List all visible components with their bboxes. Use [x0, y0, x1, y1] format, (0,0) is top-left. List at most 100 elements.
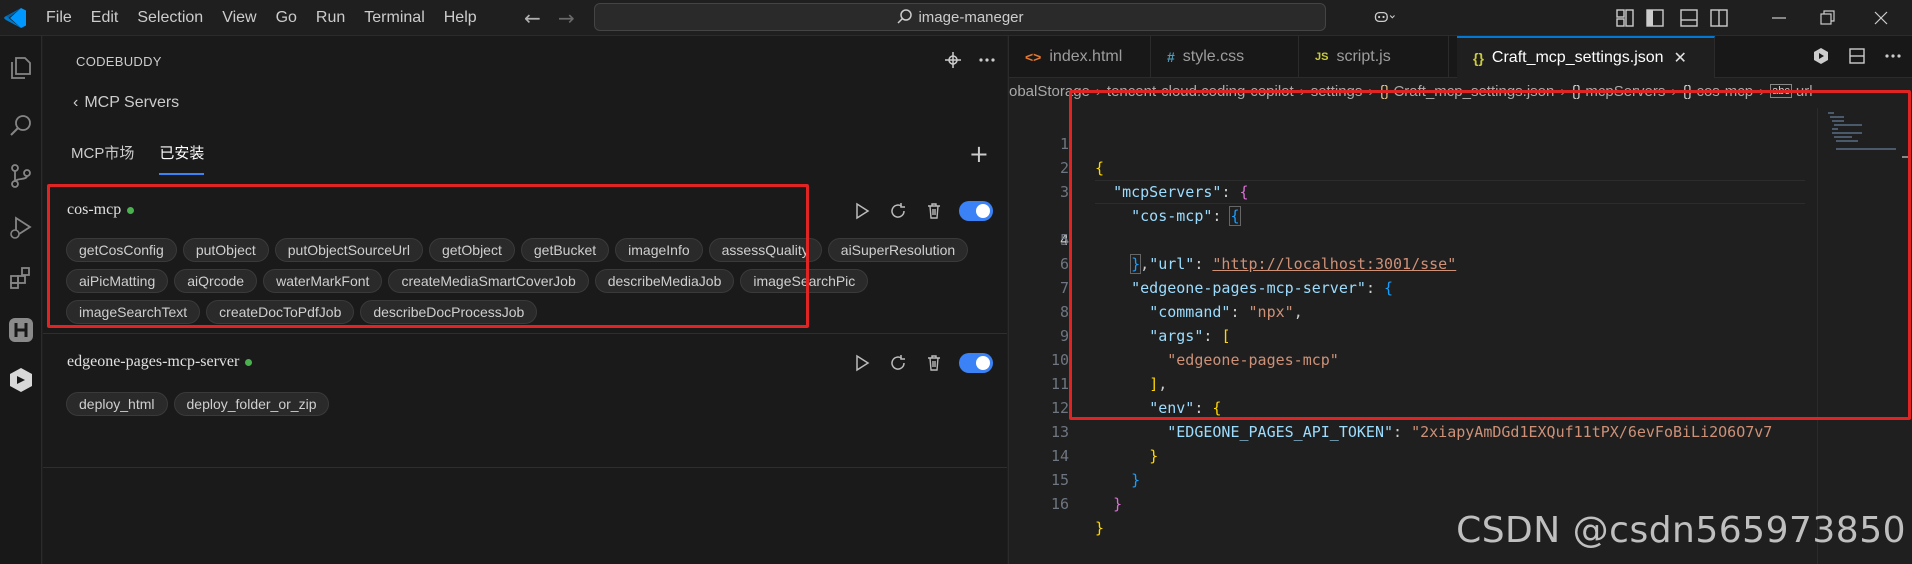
string-icon: abc — [1770, 84, 1792, 98]
minimap[interactable] — [1817, 108, 1912, 564]
server-card-edgeone: edgeone-pages-mcp-server deploy_html dep… — [43, 334, 1007, 468]
menu-edit[interactable]: Edit — [91, 9, 119, 27]
restore-icon[interactable] — [1816, 7, 1838, 29]
refresh-server-button[interactable] — [887, 200, 909, 222]
object-icon: {} — [1682, 82, 1693, 100]
menu-view[interactable]: View — [222, 9, 256, 27]
tool-chip[interactable]: putObjectSourceUrl — [274, 238, 423, 262]
tool-chip[interactable]: waterMarkFont — [263, 269, 383, 293]
server-card-cos-mcp: cos-mcp getCosConfig putObject putObject… — [43, 156, 1007, 334]
title-bar: File Edit Selection View Go Run Terminal… — [0, 0, 1912, 36]
copilot-icon[interactable] — [1374, 6, 1396, 28]
tool-chip[interactable]: describeMediaJob — [594, 269, 735, 293]
source-control-icon[interactable] — [7, 162, 35, 190]
code-line: 7 "command": "npx", — [1059, 279, 1303, 321]
menu-terminal[interactable]: Terminal — [364, 9, 424, 27]
code-line: 15 } — [1050, 471, 1123, 513]
h-extension-icon[interactable] — [7, 316, 35, 344]
delete-server-button[interactable] — [923, 200, 945, 222]
extensions-icon[interactable] — [7, 264, 35, 292]
toggle-panel-icon[interactable] — [1678, 7, 1700, 29]
refresh-server-button[interactable] — [887, 352, 909, 374]
tool-chip[interactable]: describeDocProcessJob — [360, 300, 538, 324]
tool-chip[interactable]: getBucket — [520, 238, 610, 262]
close-tab-icon[interactable]: ✕ — [1674, 48, 1687, 68]
tool-chip[interactable]: aiPicMatting — [66, 269, 169, 293]
breadcrumb-item[interactable]: cos-mcp — [1696, 83, 1753, 100]
run-debug-icon[interactable] — [7, 214, 35, 242]
tab-index-html[interactable]: <> index.html — [1009, 36, 1151, 78]
breadcrumb-item[interactable]: settings — [1311, 83, 1363, 100]
tab-craft-mcp-settings[interactable]: {} Craft_mcp_settings.json ✕ — [1457, 36, 1715, 78]
play-icon — [856, 354, 870, 372]
tool-chip[interactable]: assessQuality — [708, 238, 822, 262]
menu-file[interactable]: File — [46, 9, 72, 27]
status-dot — [127, 207, 135, 214]
play-icon — [856, 202, 870, 220]
back-to-mcp-servers[interactable]: ‹ MCP Servers — [73, 94, 179, 112]
tab-style-css[interactable]: # style.css — [1151, 36, 1299, 78]
command-center-search[interactable]: image-maneger — [594, 3, 1326, 31]
tool-chip[interactable]: aiQrcode — [174, 269, 258, 293]
tool-chip[interactable]: deploy_folder_or_zip — [173, 392, 330, 416]
delete-server-button[interactable] — [923, 352, 945, 374]
close-window-icon[interactable] — [1870, 7, 1892, 29]
tool-chip[interactable]: createMediaSmartCoverJob — [388, 269, 589, 293]
run-server-button[interactable] — [851, 200, 873, 222]
code-editor[interactable]: 1 { 2 "mcpServers": { 3 "cos-mcp": { 4 "… — [1009, 108, 1912, 564]
customize-layout-icon[interactable] — [1614, 7, 1636, 29]
code-line: 10 ], — [1050, 351, 1168, 393]
code-line: 16 } — [1050, 495, 1105, 537]
breadcrumb-item[interactable]: url — [1796, 83, 1813, 100]
server-name: edgeone-pages-mcp-server — [67, 353, 240, 370]
breadcrumb-item[interactable]: tencent-cloud.coding-copilot — [1107, 83, 1294, 100]
menu-selection[interactable]: Selection — [137, 9, 203, 27]
menu-help[interactable]: Help — [444, 9, 477, 27]
split-editor-icon[interactable] — [1847, 46, 1867, 66]
vscode-logo-icon — [4, 8, 26, 28]
tool-chip[interactable]: deploy_html — [66, 392, 168, 416]
tool-chip[interactable]: createDocToPdfJob — [206, 300, 355, 324]
menu-go[interactable]: Go — [276, 9, 297, 27]
tool-chip[interactable]: getCosConfig — [66, 238, 177, 262]
object-icon: {} — [1571, 82, 1582, 100]
breadcrumb-item[interactable]: Craft_mcp_settings.json — [1393, 83, 1554, 100]
mcp-servers-title: MCP Servers — [84, 94, 180, 111]
more-actions-icon[interactable] — [1883, 46, 1903, 66]
tool-chip[interactable]: imageInfo — [615, 238, 703, 262]
more-actions-icon[interactable] — [977, 50, 997, 70]
tool-chip[interactable]: putObject — [182, 238, 269, 262]
server-enable-toggle[interactable] — [959, 201, 993, 221]
back-arrow-icon[interactable]: ← — [524, 6, 541, 30]
forward-arrow-icon[interactable]: → — [558, 6, 575, 30]
tool-chip[interactable]: imageSearchPic — [740, 269, 869, 293]
server-name: cos-mcp — [67, 201, 122, 218]
server-actions — [851, 200, 993, 222]
tool-chip[interactable]: aiSuperResolution — [827, 238, 969, 262]
tool-chip[interactable]: getObject — [428, 238, 515, 262]
server-enable-toggle[interactable] — [959, 353, 993, 373]
code-line: 2 "mcpServers": { — [1059, 159, 1249, 201]
tool-chip[interactable]: imageSearchText — [66, 300, 201, 324]
server-actions — [851, 352, 993, 374]
code-line: 9 "edgeone-pages-mcp" — [1059, 327, 1339, 369]
move-icon[interactable] — [943, 50, 963, 70]
codebuddy-action-icon[interactable] — [1811, 46, 1831, 66]
refresh-icon — [891, 203, 905, 218]
toggle-secondary-sidebar-icon[interactable] — [1708, 7, 1730, 29]
codebuddy-panel: CODEBUDDY ‹ MCP Servers MCP市场 已安装 + cos-… — [43, 36, 1007, 564]
minimize-icon[interactable] — [1768, 7, 1790, 29]
csdn-watermark: CSDN @csdn565973850 — [1456, 510, 1906, 551]
tab-script-js[interactable]: JS script.js — [1299, 36, 1449, 78]
run-server-button[interactable] — [851, 352, 873, 374]
js-file-icon: JS — [1315, 51, 1329, 63]
search-icon[interactable] — [7, 112, 35, 140]
codebuddy-icon[interactable] — [7, 366, 35, 394]
toggle-primary-sidebar-icon[interactable] — [1644, 7, 1666, 29]
menu-bar: File Edit Selection View Go Run Terminal… — [46, 0, 496, 36]
menu-run[interactable]: Run — [316, 9, 345, 27]
breadcrumb-item[interactable]: obalStorage — [1009, 83, 1090, 100]
code-line: 14 } — [1050, 447, 1141, 489]
explorer-icon[interactable] — [7, 54, 35, 82]
breadcrumb-item[interactable]: mcpServers — [1585, 83, 1665, 100]
